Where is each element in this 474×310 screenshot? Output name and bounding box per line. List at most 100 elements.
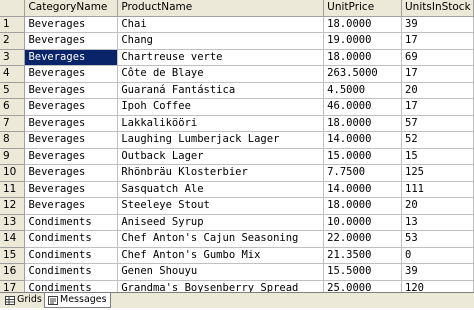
cell-unitprice[interactable]: 19.0000 xyxy=(323,32,402,50)
table-row[interactable]: 3 Beverages Chartreuse verte 18.0000 69 xyxy=(0,49,474,66)
cell-unitsinstock[interactable]: 20 xyxy=(401,197,474,215)
cell-categoryname[interactable]: Beverages xyxy=(24,115,119,132)
cell-unitsinstock[interactable]: 53 xyxy=(401,230,474,248)
cell-productname[interactable]: Steeleye Stout xyxy=(117,197,325,215)
cell-unitprice[interactable]: 22.0000 xyxy=(323,230,402,248)
row-number[interactable]: 12 xyxy=(0,197,26,215)
cell-categoryname[interactable]: Beverages xyxy=(24,49,119,66)
cell-productname[interactable]: Guaraná Fantástica xyxy=(117,82,325,99)
cell-productname[interactable]: Outback Lager xyxy=(117,148,325,165)
table-row[interactable]: 16 Condiments Genen Shouyu 15.5000 39 xyxy=(0,263,474,281)
cell-categoryname[interactable]: Condiments xyxy=(24,247,119,264)
cell-unitprice[interactable]: 18.0000 xyxy=(323,49,402,66)
cell-unitsinstock[interactable]: 15 xyxy=(401,148,474,165)
table-row[interactable]: 13 Condiments Aniseed Syrup 10.0000 13 xyxy=(0,214,474,231)
tab-messages[interactable]: Messages xyxy=(44,293,111,308)
cell-productname[interactable]: Aniseed Syrup xyxy=(117,214,325,231)
cell-unitsinstock[interactable]: 20 xyxy=(401,82,474,99)
cell-unitsinstock[interactable]: 17 xyxy=(401,65,474,83)
cell-productname[interactable]: Chai xyxy=(117,16,325,33)
table-row[interactable]: 9 Beverages Outback Lager 15.0000 15 xyxy=(0,148,474,165)
cell-unitsinstock[interactable]: 17 xyxy=(401,98,474,116)
cell-categoryname[interactable]: Beverages xyxy=(24,197,119,215)
cell-productname[interactable]: Chef Anton's Cajun Seasoning xyxy=(117,230,325,248)
cell-categoryname[interactable]: Beverages xyxy=(24,181,119,198)
table-row[interactable]: 1 Beverages Chai 18.0000 39 xyxy=(0,16,474,33)
table-row[interactable]: 12 Beverages Steeleye Stout 18.0000 20 xyxy=(0,197,474,215)
row-number[interactable]: 13 xyxy=(0,214,26,231)
row-number[interactable]: 15 xyxy=(0,247,26,264)
cell-categoryname[interactable]: Beverages xyxy=(24,148,119,165)
cell-unitsinstock[interactable]: 13 xyxy=(401,214,474,231)
cell-unitprice[interactable]: 21.3500 xyxy=(323,247,402,264)
row-number[interactable]: 2 xyxy=(0,32,26,50)
row-number[interactable]: 5 xyxy=(0,82,26,99)
cell-productname[interactable]: Chang xyxy=(117,32,325,50)
cell-unitprice[interactable]: 18.0000 xyxy=(323,115,402,132)
cell-unitsinstock[interactable]: 111 xyxy=(401,181,474,198)
cell-unitsinstock[interactable]: 17 xyxy=(401,32,474,50)
cell-productname[interactable]: Chef Anton's Gumbo Mix xyxy=(117,247,325,264)
column-header-categoryname[interactable]: CategoryName xyxy=(24,0,119,17)
cell-unitprice[interactable]: 25.0000 xyxy=(323,280,402,292)
cell-unitsinstock[interactable]: 0 xyxy=(401,247,474,264)
table-row[interactable]: 11 Beverages Sasquatch Ale 14.0000 111 xyxy=(0,181,474,198)
results-grid[interactable]: CategoryName ProductName UnitPrice Units… xyxy=(0,0,474,292)
cell-categoryname[interactable]: Condiments xyxy=(24,280,119,292)
cell-unitprice[interactable]: 263.5000 xyxy=(323,65,402,83)
cell-categoryname[interactable]: Condiments xyxy=(24,230,119,248)
cell-categoryname[interactable]: Beverages xyxy=(24,82,119,99)
table-row[interactable]: 15 Condiments Chef Anton's Gumbo Mix 21.350… xyxy=(0,247,474,264)
row-number[interactable]: 17 xyxy=(0,280,26,292)
cell-productname[interactable]: Genen Shouyu xyxy=(117,263,325,281)
column-header-productname[interactable]: ProductName xyxy=(117,0,325,17)
cell-unitsinstock[interactable]: 52 xyxy=(401,131,474,149)
row-number[interactable]: 9 xyxy=(0,148,26,165)
cell-unitprice[interactable]: 10.0000 xyxy=(323,214,402,231)
cell-unitprice[interactable]: 18.0000 xyxy=(323,197,402,215)
cell-unitsinstock[interactable]: 69 xyxy=(401,49,474,66)
cell-productname[interactable]: Lakkalikööri xyxy=(117,115,325,132)
row-number[interactable]: 7 xyxy=(0,115,26,132)
cell-categoryname[interactable]: Condiments xyxy=(24,214,119,231)
cell-unitprice[interactable]: 14.0000 xyxy=(323,181,402,198)
cell-unitsinstock[interactable]: 120 xyxy=(401,280,474,292)
row-number[interactable]: 4 xyxy=(0,65,26,83)
tab-grids[interactable]: Grids xyxy=(2,293,45,307)
table-row[interactable]: 8 Beverages Laughing Lumberjack Lager 14.00… xyxy=(0,131,474,149)
cell-productname[interactable]: Côte de Blaye xyxy=(117,65,325,83)
cell-unitprice[interactable]: 4.5000 xyxy=(323,82,402,99)
cell-unitprice[interactable]: 14.0000 xyxy=(323,131,402,149)
cell-unitprice[interactable]: 18.0000 xyxy=(323,16,402,33)
column-header-unitsinstock[interactable]: UnitsInStock xyxy=(401,0,474,17)
cell-categoryname[interactable]: Beverages xyxy=(24,164,119,182)
row-number[interactable]: 11 xyxy=(0,181,26,198)
cell-unitprice[interactable]: 15.0000 xyxy=(323,148,402,165)
cell-categoryname[interactable]: Beverages xyxy=(24,65,119,83)
table-row[interactable]: 4 Beverages Côte de Blaye 263.5000 17 xyxy=(0,65,474,83)
cell-unitsinstock[interactable]: 39 xyxy=(401,263,474,281)
cell-productname[interactable]: Laughing Lumberjack Lager xyxy=(117,131,325,149)
table-row[interactable]: 14 Condiments Chef Anton's Cajun Seasoning… xyxy=(0,230,474,248)
row-number[interactable]: 10 xyxy=(0,164,26,182)
cell-unitsinstock[interactable]: 39 xyxy=(401,16,474,33)
cell-productname[interactable]: Sasquatch Ale xyxy=(117,181,325,198)
cell-unitprice[interactable]: 7.7500 xyxy=(323,164,402,182)
table-row[interactable]: 5 Beverages Guaraná Fantástica 4.5000 20 xyxy=(0,82,474,99)
cell-productname[interactable]: Ipoh Coffee xyxy=(117,98,325,116)
table-row[interactable]: 6 Beverages Ipoh Coffee 46.0000 17 xyxy=(0,98,474,116)
row-number[interactable]: 14 xyxy=(0,230,26,248)
table-row[interactable]: 7 Beverages Lakkalikööri 18.0000 57 xyxy=(0,115,474,132)
column-header-unitprice[interactable]: UnitPrice xyxy=(323,0,402,17)
cell-unitsinstock[interactable]: 57 xyxy=(401,115,474,132)
cell-productname[interactable]: Chartreuse verte xyxy=(117,49,325,66)
row-number[interactable]: 16 xyxy=(0,263,26,281)
cell-unitprice[interactable]: 46.0000 xyxy=(323,98,402,116)
corner-cell[interactable] xyxy=(0,0,26,17)
table-row[interactable]: 10 Beverages Rhönbräu Klosterbier 7.7500 125 xyxy=(0,164,474,182)
cell-unitprice[interactable]: 15.5000 xyxy=(323,263,402,281)
table-row[interactable]: 17 Condiments Grandma's Boysenberry Spread… xyxy=(0,280,474,292)
cell-categoryname[interactable]: Beverages xyxy=(24,32,119,50)
row-number[interactable]: 8 xyxy=(0,131,26,149)
cell-categoryname[interactable]: Beverages xyxy=(24,16,119,33)
